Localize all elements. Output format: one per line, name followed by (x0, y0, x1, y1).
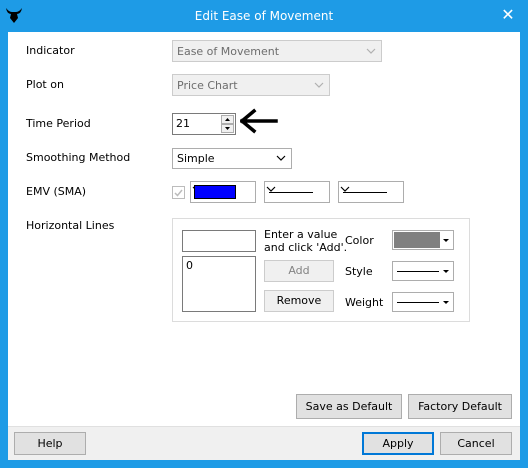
indicator-value: Ease of Movement (177, 45, 280, 58)
plot-on-value: Price Chart (177, 79, 238, 92)
time-period-label: Time Period (26, 117, 91, 130)
smoothing-method-value: Simple (177, 152, 215, 165)
hint-line-2: and click 'Add'. (264, 241, 348, 254)
emv-label: EMV (SMA) (26, 185, 87, 198)
chevron-down-icon (276, 155, 286, 161)
factory-default-button[interactable]: Factory Default (408, 394, 512, 419)
line-weight-sample (397, 302, 439, 303)
chevron-down-icon (314, 82, 324, 88)
remove-button[interactable]: Remove (264, 290, 334, 312)
emv-color-swatch (194, 185, 236, 199)
close-button[interactable]: ✕ (488, 0, 528, 32)
help-button[interactable]: Help (14, 432, 86, 455)
hline-color-swatch (394, 232, 440, 248)
checkmark-icon (174, 189, 183, 197)
plot-on-label: Plot on (26, 78, 64, 91)
arrow-left-icon (240, 108, 278, 134)
hline-weight-label: Weight (345, 296, 384, 309)
hline-list[interactable]: 0 (182, 256, 256, 312)
chevron-down-icon (366, 48, 376, 54)
plot-on-combo: Price Chart (172, 74, 330, 96)
chevron-down-icon (266, 186, 276, 192)
smoothing-method-label: Smoothing Method (26, 151, 131, 164)
hline-value-input[interactable] (182, 230, 256, 252)
line-style-sample (269, 192, 313, 193)
line-style-sample (397, 271, 439, 272)
smoothing-method-combo[interactable]: Simple (172, 148, 292, 169)
hline-color-label: Color (345, 234, 374, 247)
spin-buttons (221, 115, 234, 133)
caret-up-icon (225, 118, 230, 121)
caret-down-icon (443, 270, 449, 273)
save-as-default-button[interactable]: Save as Default (296, 394, 402, 419)
emv-style-combo[interactable] (264, 181, 330, 203)
title-bar[interactable]: Edit Ease of Movement ✕ (0, 0, 528, 32)
hline-style-combo[interactable] (392, 261, 454, 281)
emv-color-combo[interactable] (190, 181, 256, 203)
dialog-window: Edit Ease of Movement ✕ Indicator Ease o… (0, 0, 528, 468)
hline-color-combo[interactable] (392, 230, 454, 250)
dialog-footer: Help Apply Cancel (8, 426, 520, 460)
hline-style-label: Style (345, 265, 373, 278)
apply-button[interactable]: Apply (362, 432, 434, 455)
hint-line-1: Enter a value (264, 228, 338, 241)
time-period-value: 21 (176, 117, 190, 130)
time-period-stepper[interactable]: 21 (172, 113, 236, 135)
spin-up-button[interactable] (221, 115, 234, 124)
list-item[interactable]: 0 (186, 259, 252, 272)
caret-down-icon (443, 301, 449, 304)
hline-hint: Enter a value and click 'Add'. (264, 228, 347, 254)
dialog-body: Indicator Ease of Movement Plot on Price… (8, 32, 520, 460)
cancel-button[interactable]: Cancel (440, 432, 512, 455)
spin-down-button[interactable] (221, 124, 234, 133)
hline-weight-combo[interactable] (392, 292, 454, 312)
indicator-combo: Ease of Movement (172, 40, 382, 62)
caret-down-icon (443, 239, 449, 242)
emv-checkbox[interactable] (172, 186, 185, 199)
add-button[interactable]: Add (264, 260, 334, 282)
line-weight-sample (343, 192, 387, 193)
chevron-down-icon (340, 186, 350, 192)
horizontal-lines-label: Horizontal Lines (26, 219, 115, 232)
window-title: Edit Ease of Movement (194, 9, 334, 23)
emv-weight-combo[interactable] (338, 181, 404, 203)
indicator-label: Indicator (26, 44, 75, 57)
caret-down-icon (225, 127, 230, 130)
